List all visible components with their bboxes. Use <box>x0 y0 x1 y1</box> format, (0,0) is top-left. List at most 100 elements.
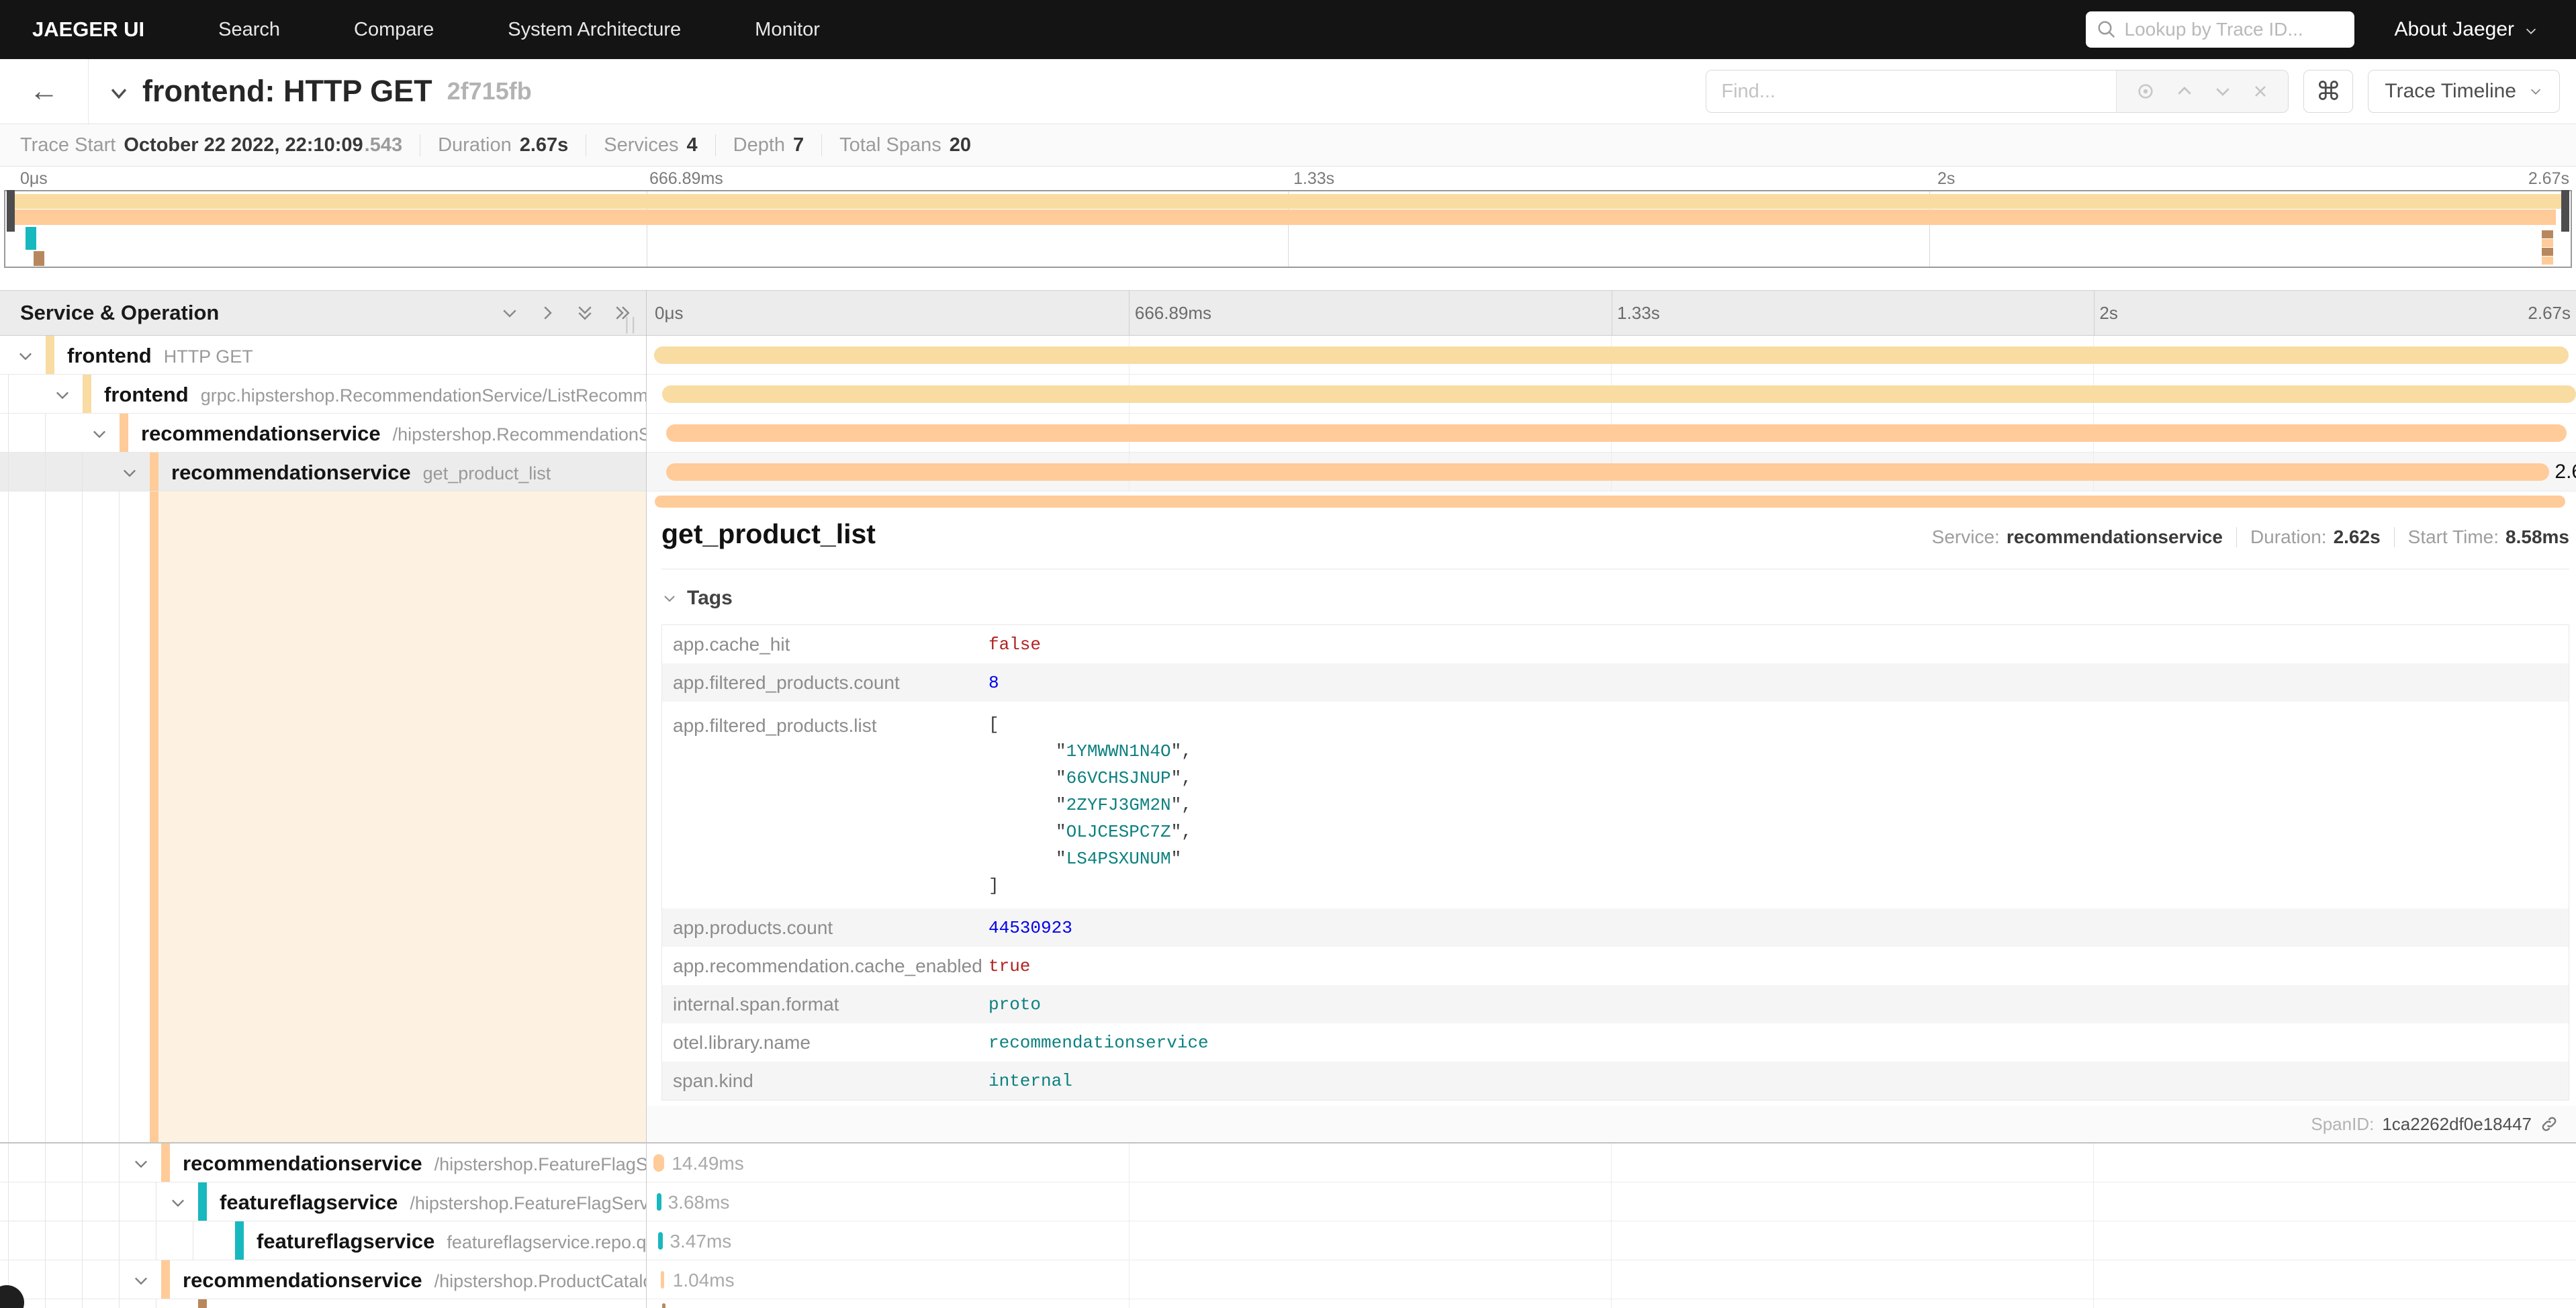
trace-lookup-input[interactable] <box>2125 19 2344 40</box>
operation-name: /hipstershop.RecommendationService/Lis… <box>393 424 646 445</box>
chevron-down-icon[interactable] <box>120 463 139 482</box>
span-bar[interactable] <box>657 1193 661 1211</box>
keyboard-shortcuts-button[interactable]: ⌘ <box>2303 70 2353 113</box>
trace-view-selector[interactable]: Trace Timeline <box>2368 70 2560 113</box>
span-bar[interactable] <box>662 385 2576 403</box>
next-match-icon[interactable] <box>2213 81 2233 101</box>
span-bar[interactable] <box>666 424 2567 442</box>
span-row-frontend-http-get[interactable]: frontendHTTP GET <box>0 336 2576 375</box>
detail-duration-label: Duration: <box>2250 526 2327 548</box>
collapse-one-icon[interactable] <box>500 303 520 323</box>
nav-item-compare[interactable]: Compare <box>354 19 434 41</box>
column-resizer-handle[interactable]: || <box>625 314 638 334</box>
span-detail-card: get_product_list Service: recommendation… <box>661 518 2569 1139</box>
span-row-partial[interactable] <box>0 1299 2576 1308</box>
operation-name: /hipstershop.FeatureFlagService… <box>434 1154 646 1174</box>
span-duration-label: 3.68ms <box>668 1192 730 1213</box>
operation-name: featureflagservice.repo.query:fe… <box>447 1232 646 1252</box>
top-nav: JAEGER UI Search Compare System Architec… <box>0 0 2576 59</box>
tag-row: span.kind internal <box>662 1062 2569 1100</box>
timeline-gridline <box>1129 291 1130 335</box>
nav-item-search[interactable]: Search <box>218 19 280 41</box>
tags-table: app.cache_hit false app.filtered_product… <box>661 624 2569 1101</box>
span-bar[interactable] <box>658 1232 663 1250</box>
span-row-frontend-listrecommendations[interactable]: frontendgrpc.hipstershop.RecommendationS… <box>0 375 2576 414</box>
meta-duration: Duration 2.67s <box>420 134 586 156</box>
trace-start-ms: .543 <box>365 134 402 156</box>
prev-match-icon[interactable] <box>2174 81 2195 101</box>
about-jaeger-menu[interactable]: About Jaeger <box>2395 18 2538 41</box>
link-icon[interactable] <box>2540 1115 2559 1133</box>
timeline-tick: 2.67s <box>2528 303 2571 324</box>
service-name: recommendationservice <box>183 1268 422 1292</box>
minimap-left-scrubber[interactable] <box>7 190 15 232</box>
chevron-down-icon <box>2524 24 2538 38</box>
chevron-down-icon[interactable] <box>132 1271 150 1290</box>
collapse-header-chevron-icon[interactable] <box>107 82 130 105</box>
meta-depth: Depth 7 <box>715 134 822 156</box>
span-duration-label: 2.62s <box>2555 461 2576 483</box>
trace-start-value: October 22 2022, 22:10:09 <box>124 134 363 156</box>
back-button[interactable]: ← <box>0 59 89 124</box>
find-input[interactable] <box>1706 71 2116 112</box>
trace-id-short: 2f715fb <box>447 77 532 105</box>
service-color-bar <box>198 1299 207 1308</box>
expand-one-icon[interactable] <box>537 303 557 323</box>
column-divider <box>646 290 647 1308</box>
operation-name: /hipstershop.ProductCatalogSer… <box>434 1271 646 1291</box>
service-name: featureflagservice <box>257 1229 434 1253</box>
span-bar[interactable] <box>653 1154 664 1172</box>
service-name: recommendationservice <box>183 1152 422 1175</box>
operation-name: get_product_list <box>423 463 551 483</box>
timeline-tick: 1.33s <box>1617 303 1660 324</box>
chevron-down-icon[interactable] <box>90 424 109 443</box>
span-row-productcatalog-parent[interactable]: recommendationservice/hipstershop.Produc… <box>0 1260 2576 1299</box>
span-bar[interactable] <box>666 463 2549 481</box>
service-name: featureflagservice <box>220 1190 398 1214</box>
focus-match-icon[interactable] <box>2135 81 2156 102</box>
span-bar[interactable] <box>654 346 2568 364</box>
chevron-down-icon[interactable] <box>169 1193 187 1212</box>
tag-row: internal.span.format proto <box>662 985 2569 1023</box>
minimap-span-bar <box>15 209 2556 225</box>
service-name: recommendationservice <box>141 422 381 445</box>
app-logo[interactable]: JAEGER UI <box>32 17 144 42</box>
trace-minimap[interactable] <box>4 190 2572 268</box>
chevron-down-icon[interactable] <box>132 1154 150 1173</box>
nav-item-system-architecture[interactable]: System Architecture <box>508 19 681 41</box>
minimap-span-bar <box>26 227 36 250</box>
minimap-ruler: 0μs 666.89ms 1.33s 2s 2.67s <box>0 167 2576 190</box>
minimap-right-scrubber[interactable] <box>2561 190 2569 232</box>
clear-find-icon[interactable] <box>2251 82 2270 101</box>
span-row-get-product-list[interactable]: recommendationserviceget_product_list 2.… <box>0 453 2576 492</box>
collapse-all-icon[interactable] <box>575 303 595 323</box>
trace-start-label: Trace Start <box>20 134 116 156</box>
tags-section-toggle[interactable]: Tags <box>661 587 2569 610</box>
detail-span-bar[interactable] <box>655 496 2565 508</box>
minimap-span-bar <box>2542 248 2553 256</box>
span-bar[interactable] <box>662 1303 665 1308</box>
span-row-featureflag-repo-query[interactable]: featureflagservice featureflagservice.rep… <box>0 1221 2576 1260</box>
tag-row: app.cache_hit false <box>662 625 2569 663</box>
detail-operation-title: get_product_list <box>661 518 876 550</box>
chevron-down-icon[interactable] <box>53 385 72 404</box>
trace-meta-bar: Trace Start October 22 2022, 22:10:09.54… <box>0 124 2576 167</box>
tag-row: app.filtered_products.list [ 1YMWWN1N4O … <box>662 702 2569 908</box>
span-id-value: 1ca2262df0e18447 <box>2382 1114 2532 1135</box>
span-duration-label: 3.47ms <box>670 1231 731 1252</box>
minimap-span-bar <box>2542 230 2553 238</box>
span-row-featureflagservice-ge[interactable]: featureflagservice/hipstershop.FeatureFl… <box>0 1182 2576 1221</box>
minimap-span-bar <box>2542 256 2553 265</box>
service-color-bar <box>120 414 128 452</box>
detail-footer: SpanID: 1ca2262df0e18447 <box>647 1106 2576 1142</box>
chevron-down-icon[interactable] <box>16 346 35 365</box>
span-bar[interactable] <box>661 1271 665 1289</box>
detail-highlight-band <box>158 492 646 1142</box>
span-row-recommendationservice-list[interactable]: recommendationservice/hipstershop.Recomm… <box>0 414 2576 453</box>
detail-service-value: recommendationservice <box>2007 526 2223 548</box>
trace-title[interactable]: frontend: HTTP GET 2f715fb <box>107 74 532 109</box>
span-row-featureflag-parent[interactable]: recommendationservice/hipstershop.Featur… <box>0 1143 2576 1182</box>
nav-item-monitor[interactable]: Monitor <box>755 19 820 41</box>
trace-lookup-box[interactable] <box>2086 11 2354 48</box>
meta-trace-start: Trace Start October 22 2022, 22:10:09.54… <box>20 134 420 156</box>
